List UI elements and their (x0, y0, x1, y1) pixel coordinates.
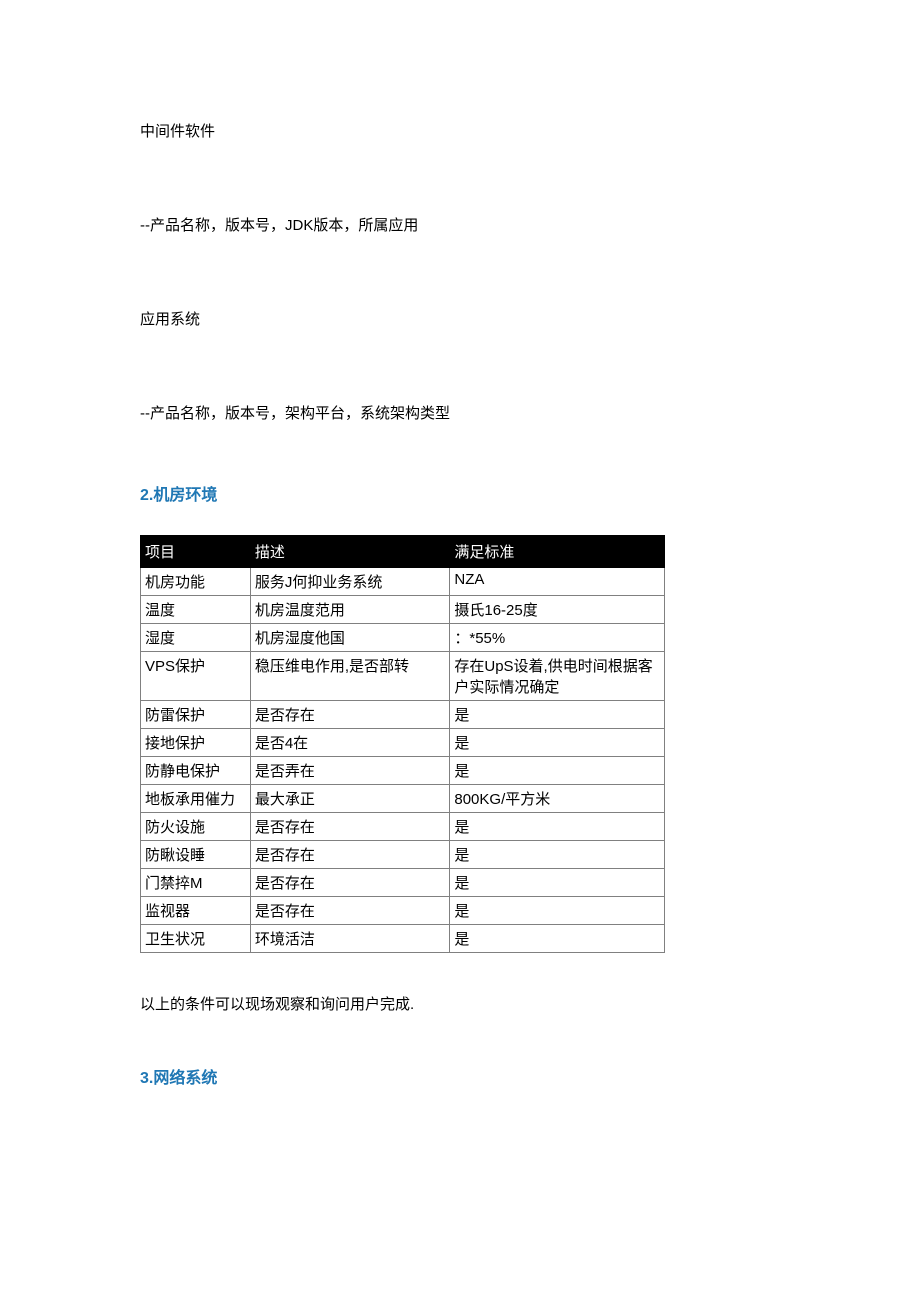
table-cell: 摄氏16-25度 (450, 596, 665, 624)
table-cell: 门禁捽M (141, 869, 251, 897)
table-cell: 接地保护 (141, 729, 251, 757)
table-cell: 是 (450, 869, 665, 897)
environment-table: 项目 描述 满足标准 机房功能服务J何抑业务系统NZA温度机房温度范用摄氏16-… (140, 535, 665, 953)
paragraph-middleware: 中间件软件 (140, 120, 780, 144)
paragraph-middleware-detail: --产品名称，版本号，JDK版本，所属应用 (140, 214, 780, 238)
table-cell: 服务J何抑业务系统 (250, 568, 450, 596)
table-row: 监视器是否存在是 (141, 897, 665, 925)
table-cell: 湿度 (141, 624, 251, 652)
table-cell: 800KG/平方米 (450, 785, 665, 813)
table-cell: 是否存在 (250, 897, 450, 925)
table-row: VPS保护稳压维电作用,是否部转存在UpS设着,供电时间根据客户实际情况确定 (141, 652, 665, 701)
table-cell: 地板承用催力 (141, 785, 251, 813)
section-heading-2: 2.机房环境 (140, 481, 780, 505)
table-cell: 防瞅设睡 (141, 841, 251, 869)
paragraph-appsystem: 应用系统 (140, 308, 780, 332)
table-row: 卫生状况环境活洁是 (141, 925, 665, 953)
table-cell: 是 (450, 897, 665, 925)
table-cell: 机房功能 (141, 568, 251, 596)
table-cell: 是 (450, 925, 665, 953)
table-row: 温度机房温度范用摄氏16-25度 (141, 596, 665, 624)
table-row: 防瞅设睡是否存在是 (141, 841, 665, 869)
table-cell: 温度 (141, 596, 251, 624)
table-cell: 稳压维电作用,是否部转 (250, 652, 450, 701)
table-header: 描述 (250, 536, 450, 568)
table-row: 防雷保护是否存在是 (141, 701, 665, 729)
table-cell: 防静电保护 (141, 757, 251, 785)
table-cell: 机房温度范用 (250, 596, 450, 624)
table-cell: 卫生状况 (141, 925, 251, 953)
table-cell: 是否存在 (250, 869, 450, 897)
table-cell: 是 (450, 701, 665, 729)
table-row: 地板承用催力最大承正800KG/平方米 (141, 785, 665, 813)
table-cell: 是 (450, 757, 665, 785)
table-cell: 是否存在 (250, 813, 450, 841)
table-cell: NZA (450, 568, 665, 596)
table-cell: 是否4在 (250, 729, 450, 757)
table-cell: ：*55% (450, 624, 665, 652)
table-cell: 是否弄在 (250, 757, 450, 785)
table-header-row: 项目 描述 满足标准 (141, 536, 665, 568)
table-row: 湿度机房湿度他国：*55% (141, 624, 665, 652)
table-cell: 防雷保护 (141, 701, 251, 729)
paragraph-appsystem-detail: --产品名称，版本号，架构平台，系统架构类型 (140, 402, 780, 426)
table-cell: 机房湿度他国 (250, 624, 450, 652)
table-cell: 是 (450, 841, 665, 869)
section-heading-3: 3.网络系统 (140, 1064, 780, 1088)
table-cell: 是 (450, 813, 665, 841)
table-cell: 是否存在 (250, 701, 450, 729)
table-cell: 监视器 (141, 897, 251, 925)
table-header: 项目 (141, 536, 251, 568)
table-header: 满足标准 (450, 536, 665, 568)
table-cell: 是否存在 (250, 841, 450, 869)
table-row: 防火设施是否存在是 (141, 813, 665, 841)
table-cell: 防火设施 (141, 813, 251, 841)
section2-note: 以上的条件可以现场观察和询问用户完成. (140, 993, 780, 1014)
table-row: 接地保护是否4在是 (141, 729, 665, 757)
table-cell: 是 (450, 729, 665, 757)
table-row: 防静电保护是否弄在是 (141, 757, 665, 785)
table-row: 机房功能服务J何抑业务系统NZA (141, 568, 665, 596)
table-cell: VPS保护 (141, 652, 251, 701)
table-cell: 最大承正 (250, 785, 450, 813)
table-row: 门禁捽M是否存在是 (141, 869, 665, 897)
table-cell: 存在UpS设着,供电时间根据客户实际情况确定 (450, 652, 665, 701)
table-cell: 环境活洁 (250, 925, 450, 953)
